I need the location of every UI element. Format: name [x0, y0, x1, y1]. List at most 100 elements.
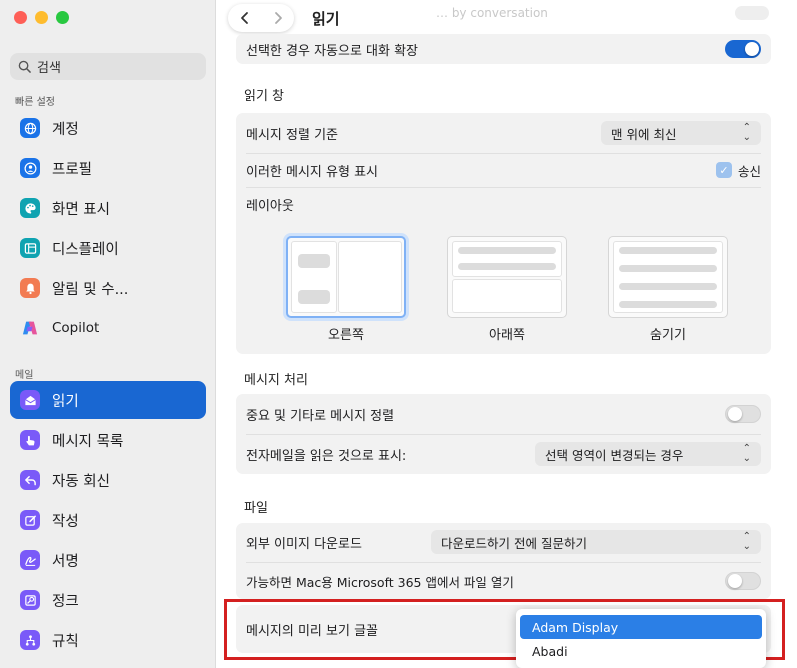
layout-row: 레이아웃	[236, 191, 771, 217]
font-dropdown-menu[interactable]: Adam Display Abadi	[516, 609, 766, 668]
sidebar-item-copilot[interactable]: Copilot	[10, 309, 206, 347]
sidebar-item-label: 프로필	[52, 161, 93, 178]
compose-icon	[20, 510, 40, 530]
layout-hide-option[interactable]	[608, 236, 728, 318]
expand-conversation-label: 선택한 경우 자동으로 대화 확장	[246, 43, 419, 59]
sidebar-item-label: 알림 및 수...	[52, 281, 129, 298]
updown-chevron-icon: ⌃ ⌄	[742, 443, 751, 464]
sidebar-item-rules[interactable]: 규칙	[10, 621, 206, 659]
bell-icon	[20, 278, 40, 298]
layout-hide-caption: 숨기기	[650, 328, 686, 343]
sidebar-item-account[interactable]: 계정	[10, 109, 206, 147]
reading-pane-heading: 읽기 창	[244, 89, 285, 104]
signature-icon	[20, 550, 40, 570]
mark-read-value: 선택 영역이 변경되는 경우	[545, 447, 684, 463]
sidebar-item-auto-reply[interactable]: 자동 회신	[10, 461, 206, 499]
sent-checkbox[interactable]: ✓	[715, 162, 732, 178]
copilot-icon	[20, 318, 40, 338]
expand-conversation-toggle[interactable]	[725, 40, 761, 58]
download-images-label: 외부 이미지 다운로드	[246, 536, 362, 552]
divider	[246, 562, 761, 563]
message-handling-heading: 메시지 처리	[244, 373, 308, 388]
sidebar-item-message-list[interactable]: 메시지 목록	[10, 421, 206, 459]
sort-important-toggle[interactable]	[725, 405, 761, 423]
sidebar: 검색 빠른 설정 계정 프로필 화면 표시 디스플레이 알림 및 수... Co…	[0, 0, 216, 668]
layout-right-caption: 오른쪽	[328, 328, 364, 343]
sidebar-item-reading[interactable]: 읽기	[10, 381, 206, 419]
updown-chevron-icon: ⌃ ⌄	[742, 122, 751, 143]
mark-read-select[interactable]: 선택 영역이 변경되는 경우 ⌃ ⌄	[535, 442, 761, 466]
sidebar-item-signature[interactable]: 서명	[10, 541, 206, 579]
sidebar-item-label: 디스플레이	[52, 241, 119, 258]
close-window-button[interactable]	[14, 11, 27, 24]
layout-bottom-caption: 아래쪽	[489, 328, 525, 343]
divider	[246, 153, 761, 154]
show-types-label: 이러한 메시지 유형 표시	[246, 164, 378, 180]
divider	[246, 434, 761, 435]
quick-settings-heading: 빠른 설정	[15, 97, 55, 108]
reply-icon	[20, 470, 40, 490]
message-bar	[619, 301, 717, 308]
preview-panel	[338, 241, 402, 313]
sidebar-item-profile[interactable]: 프로필	[10, 149, 206, 187]
layout-right-option[interactable]	[286, 236, 406, 318]
expand-conversation-row: 선택한 경우 자동으로 대화 확장	[236, 34, 771, 64]
junk-icon	[20, 590, 40, 610]
forward-chevron-icon[interactable]	[272, 11, 284, 25]
sidebar-item-label: Copilot	[52, 320, 100, 336]
sidebar-item-notifications[interactable]: 알림 및 수...	[10, 269, 206, 307]
updown-chevron-icon: ⌃ ⌄	[742, 531, 751, 552]
main-pane: … by conversation 읽기 선택한 경우 자동으로 대화 확장 읽…	[216, 0, 797, 668]
files-heading: 파일	[244, 501, 268, 516]
window-controls	[14, 11, 69, 24]
search-placeholder: 검색	[37, 61, 61, 76]
message-bar	[619, 283, 717, 290]
navigation-buttons	[228, 4, 294, 32]
search-input[interactable]: 검색	[10, 53, 206, 80]
open-in-apps-toggle[interactable]	[725, 572, 761, 590]
sort-label: 메시지 정렬 기준	[246, 127, 338, 143]
show-types-row: 이러한 메시지 유형 표시 ✓ 송신	[236, 155, 771, 185]
hand-pointer-icon	[20, 430, 40, 450]
zoom-window-button[interactable]	[56, 11, 69, 24]
person-icon	[20, 158, 40, 178]
sort-important-row: 중요 및 기타로 메시지 정렬	[236, 398, 771, 430]
back-chevron-icon[interactable]	[239, 11, 251, 25]
envelope-open-icon	[20, 390, 40, 410]
files-group: 외부 이미지 다운로드 다운로드하기 전에 질문하기 ⌃ ⌄ 가능하면 Mac용 …	[236, 523, 771, 599]
message-bar	[458, 263, 556, 270]
message-bar	[458, 247, 556, 254]
mail-heading: 메일	[15, 370, 34, 381]
conversation-group: 선택한 경우 자동으로 대화 확장	[236, 34, 771, 64]
message-handling-group: 중요 및 기타로 메시지 정렬 전자메일을 읽은 것으로 표시: 선택 영역이 …	[236, 394, 771, 474]
font-option-abadi[interactable]: Abadi	[520, 639, 762, 663]
sidebar-item-label: 화면 표시	[52, 201, 110, 218]
sort-select[interactable]: 맨 위에 최신 ⌃ ⌄	[601, 121, 761, 145]
sort-important-label: 중요 및 기타로 메시지 정렬	[246, 408, 395, 424]
layout-bottom-option[interactable]	[447, 236, 567, 318]
sidebar-item-label: 자동 회신	[52, 473, 110, 490]
sidebar-item-label: 메시지 목록	[52, 433, 124, 450]
sidebar-item-compose[interactable]: 작성	[10, 501, 206, 539]
font-option-adam-display[interactable]: Adam Display	[520, 615, 762, 639]
sidebar-item-label: 계정	[52, 121, 79, 138]
download-images-select[interactable]: 다운로드하기 전에 질문하기 ⌃ ⌄	[431, 530, 761, 554]
divider	[246, 187, 761, 188]
search-icon	[18, 60, 31, 73]
page-title: 읽기	[312, 10, 340, 28]
rules-icon	[20, 630, 40, 650]
sidebar-item-appearance[interactable]: 화면 표시	[10, 189, 206, 227]
open-in-apps-label: 가능하면 Mac용 Microsoft 365 앱에서 파일 열기	[246, 574, 514, 590]
download-images-row: 외부 이미지 다운로드 다운로드하기 전에 질문하기 ⌃ ⌄	[236, 526, 771, 558]
download-images-value: 다운로드하기 전에 질문하기	[441, 535, 587, 551]
minimize-window-button[interactable]	[35, 11, 48, 24]
sidebar-item-junk[interactable]: 정크	[10, 581, 206, 619]
sidebar-item-display[interactable]: 디스플레이	[10, 229, 206, 267]
sidebar-item-label: 읽기	[52, 393, 79, 410]
message-bar	[298, 290, 330, 304]
message-bar	[619, 265, 717, 272]
palette-icon	[20, 198, 40, 218]
sort-row: 메시지 정렬 기준 맨 위에 최신 ⌃ ⌄	[236, 117, 771, 149]
mark-read-row: 전자메일을 읽은 것으로 표시: 선택 영역이 변경되는 경우 ⌃ ⌄	[236, 438, 771, 470]
sidebar-item-label: 서명	[52, 553, 79, 570]
